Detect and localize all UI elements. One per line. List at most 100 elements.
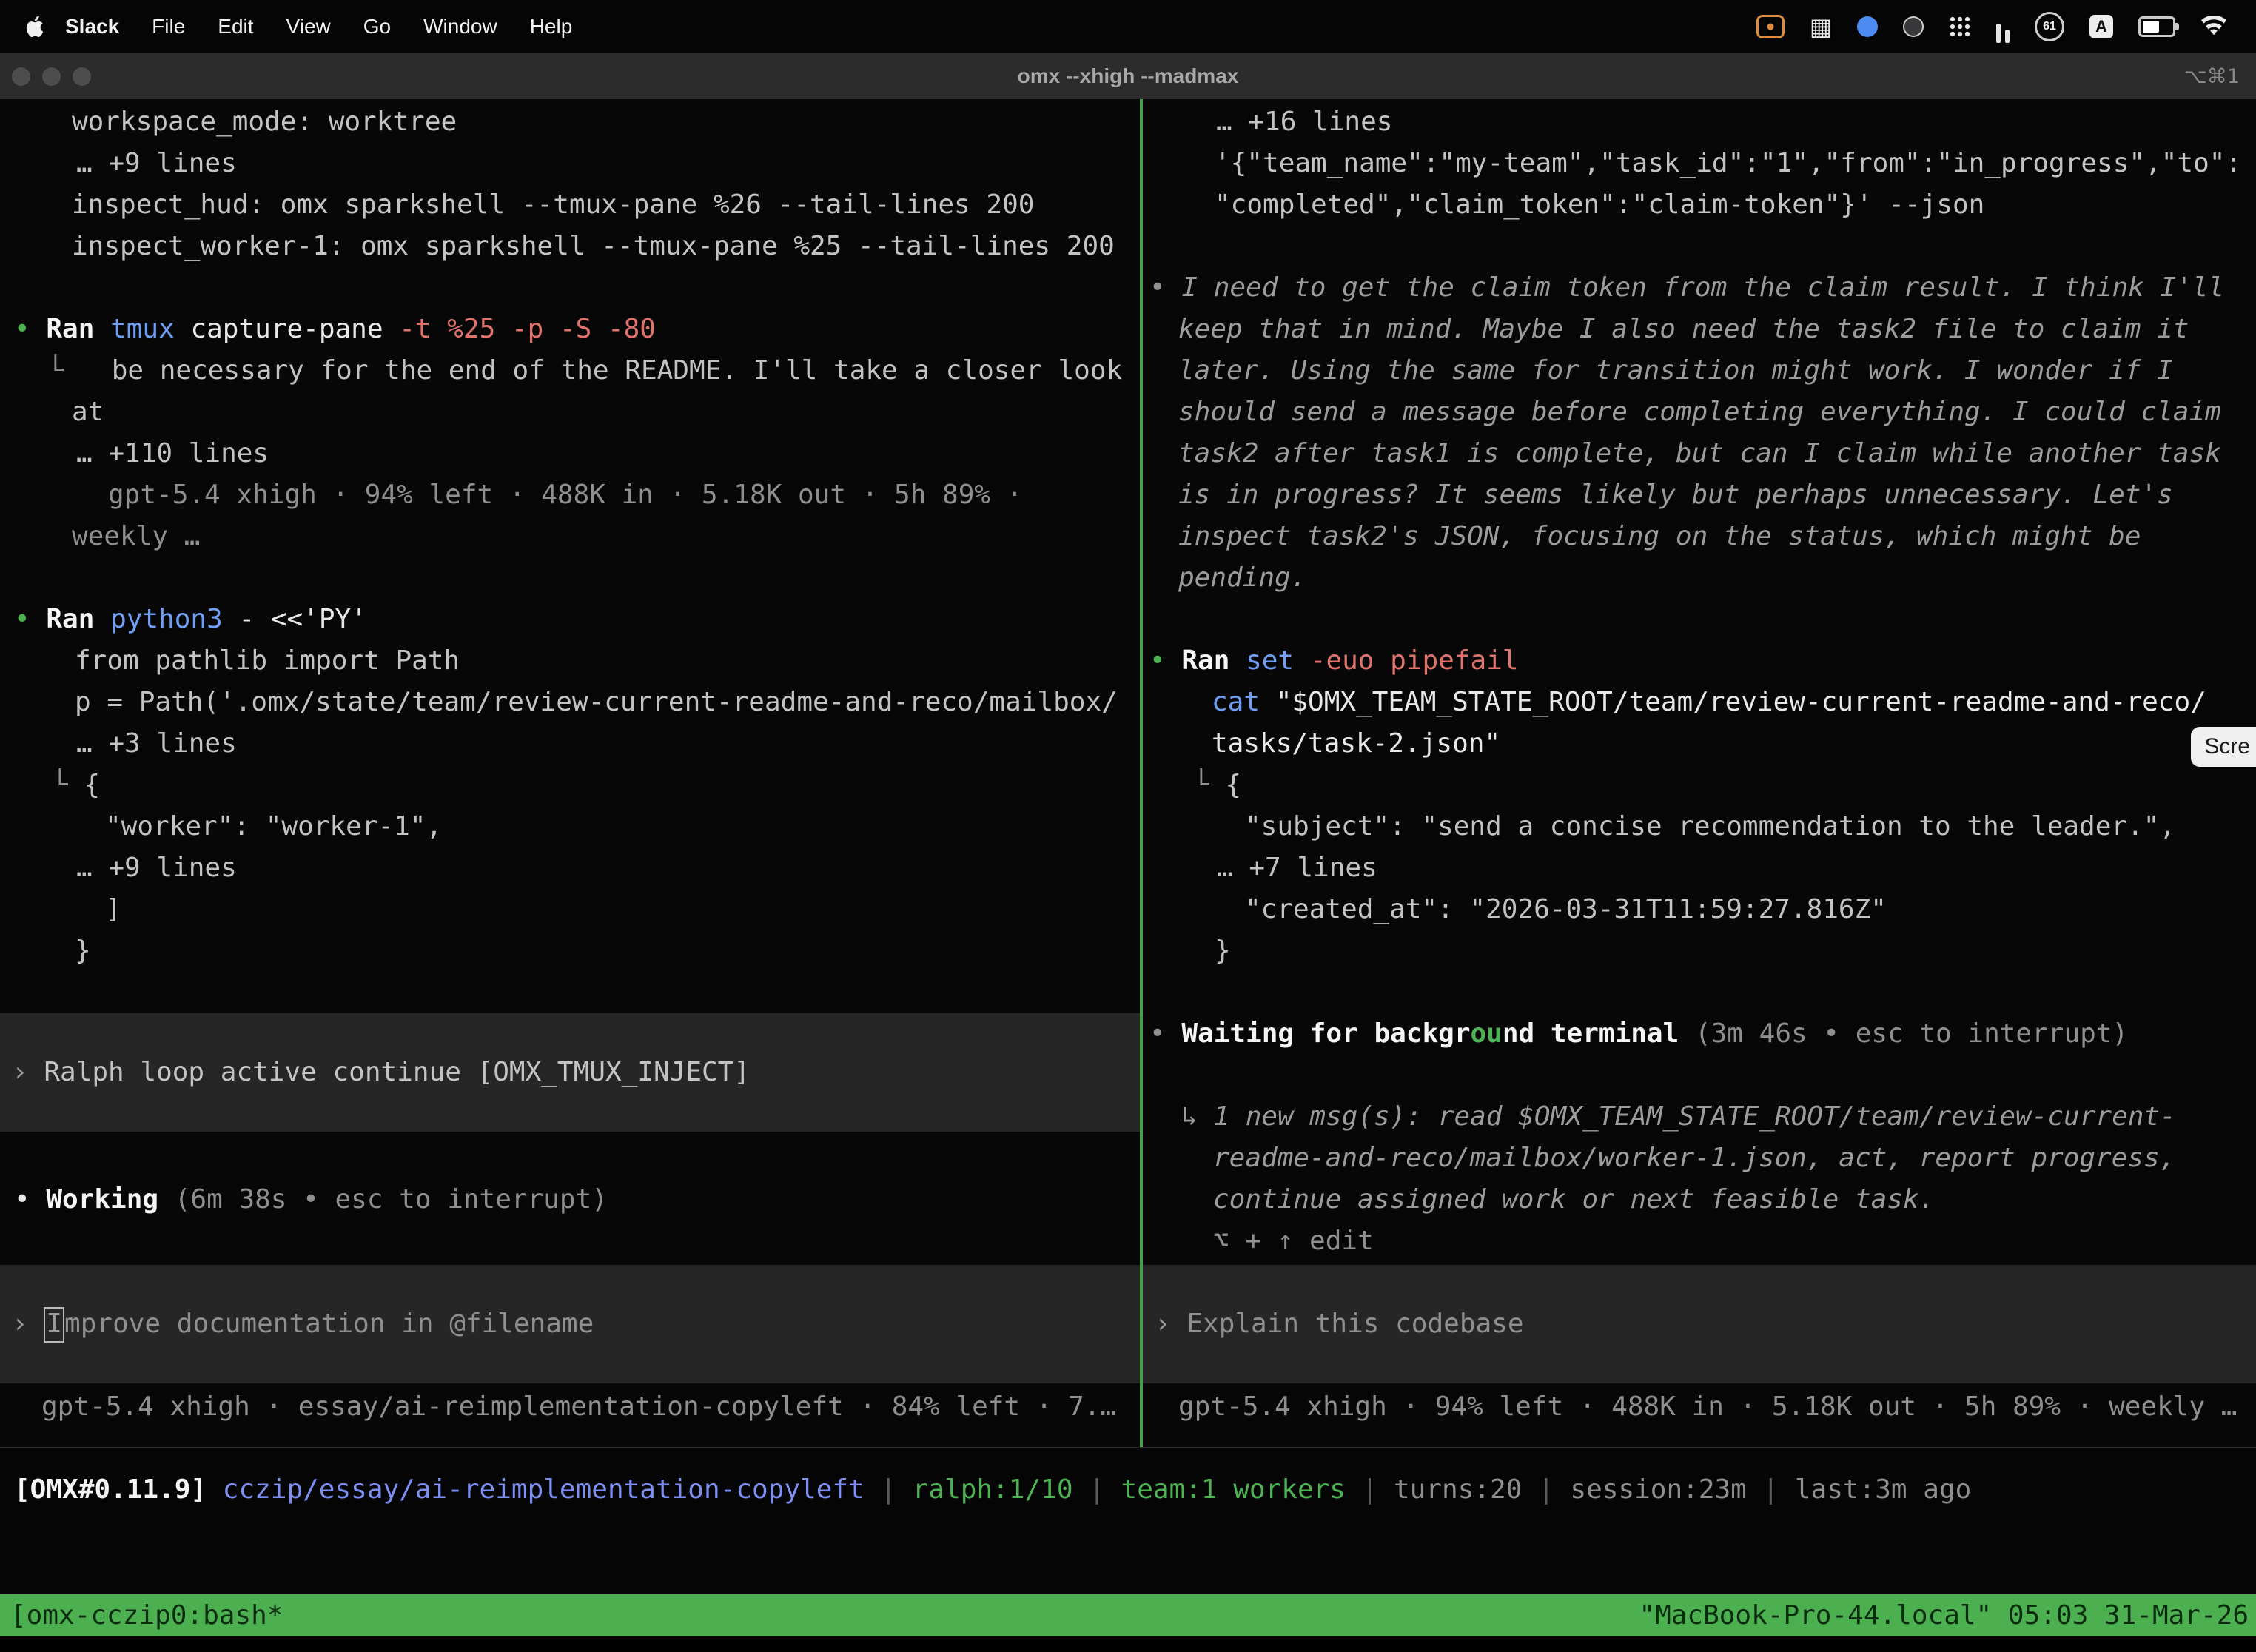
window-title-bar: omx --xhigh --madmax ⌥⌘1	[0, 53, 2256, 100]
screen-share-button[interactable]: Scre	[2191, 727, 2256, 767]
prompt-input[interactable]: › Explain this codebase	[1143, 1265, 2256, 1383]
terminal: workspace_mode: worktree… +9 linesinspec…	[0, 99, 2256, 1447]
queued-prompt[interactable]: › Ralph loop active continue [OMX_TMUX_I…	[0, 1013, 1140, 1132]
text-segment: Ralph loop active continue [OMX_TMUX_INJ…	[44, 1057, 750, 1087]
apple-menu-icon[interactable]	[25, 16, 44, 38]
menu-bar: SlackFileEditViewGoWindowHelp ▦ 61 A	[0, 0, 2256, 53]
prompt-input: › Explain this codebase	[1143, 1303, 1524, 1345]
menu-go[interactable]: Go	[347, 15, 407, 38]
menu-items: SlackFileEditViewGoWindowHelp	[49, 15, 588, 38]
battery-percent-ring-icon[interactable]: 61	[2035, 12, 2064, 41]
text-segment: gpt-5.4 xhigh · 94% left · 488K in · 5.1…	[1178, 1391, 2237, 1422]
text-segment: task2 after task1 is complete, but can I…	[1178, 438, 2221, 469]
omx-session-status: [OMX#0.11.9] cczip/essay/ai-reimplementa…	[0, 1469, 2256, 1511]
text-segment: }	[75, 936, 91, 966]
terminal-line: • Ran set -euo pipefail	[1143, 640, 2256, 682]
omx-status-line: [OMX#0.11.9] cczip/essay/ai-reimplementa…	[0, 1469, 2256, 1511]
dark-app-icon[interactable]	[1903, 16, 1924, 37]
status-line: gpt-5.4 xhigh · 94% left · 488K in · 5.1…	[1143, 1386, 2256, 1428]
text-segment: session:23m	[1570, 1474, 1746, 1505]
blue-app-icon[interactable]	[1857, 16, 1878, 37]
text-segment: is in progress? It seems likely but perh…	[1178, 480, 2173, 510]
terminal-line: cat "$OMX_TEAM_STATE_ROOT/team/review-cu…	[1143, 682, 2256, 723]
text-segment: … +16 lines	[1216, 107, 1392, 137]
text-segment: … +7 lines	[1217, 853, 1377, 883]
tmux-session-label[interactable]: [omx-cczip0:bash*	[0, 1600, 283, 1631]
terminal-line: pending.	[1143, 557, 2256, 599]
text-segment: "created_at": "2026-03-31T11:59:27.816Z"	[1245, 894, 1887, 924]
text-segment: continue assigned work or next feasible …	[1213, 1184, 1935, 1215]
terminal-line: inspect_hud: omx sparkshell --tmux-pane …	[0, 184, 1140, 226]
text-segment: … +110 lines	[76, 438, 269, 469]
menu-help[interactable]: Help	[514, 15, 589, 38]
menu-file[interactable]: File	[135, 15, 201, 38]
text-segment: Ran	[1181, 645, 1246, 676]
terminal-line: readme-and-reco/mailbox/worker-1.json, a…	[1143, 1138, 2256, 1179]
text-segment: Ran	[46, 314, 110, 344]
terminal-line: … +9 lines	[0, 847, 1140, 889]
text-segment: |	[1073, 1474, 1121, 1505]
terminal-line: continue assigned work or next feasible …	[1143, 1179, 2256, 1220]
terminal-line: keep that in mind. Maybe I also need the…	[1143, 309, 2256, 350]
terminal-line	[0, 972, 1140, 1013]
terminal-line: ⌥ + ↑ edit	[1143, 1220, 2256, 1262]
terminal-line: └ {	[0, 765, 1140, 806]
text-segment: ou	[1471, 1018, 1503, 1049]
text-segment: ›	[12, 1057, 44, 1087]
left-pane[interactable]: workspace_mode: worktree… +9 linesinspec…	[0, 99, 1140, 1447]
terminal-line: task2 after task1 is complete, but can I…	[1143, 433, 2256, 474]
text-segment: mprove documentation in @filename	[64, 1309, 594, 1339]
terminal-line	[1143, 599, 2256, 640]
prompt-input: › Improve documentation in @filename	[0, 1303, 594, 1345]
grid-icon[interactable]: ▦	[1810, 10, 1832, 43]
menu-view[interactable]: View	[270, 15, 347, 38]
text-segment: Waiting for backgr	[1181, 1018, 1470, 1049]
status-line: gpt-5.4 xhigh · essay/ai-reimplementatio…	[0, 1386, 1140, 1428]
tmux-status-bar: [omx-cczip0:bash* "MacBook-Pro-44.local"…	[0, 1594, 2256, 1636]
menu-slack[interactable]: Slack	[49, 15, 135, 38]
terminal-line: weekly …	[0, 516, 1140, 557]
text-segment: ⌥ + ↑ edit	[1213, 1226, 1374, 1256]
minimize-button[interactable]	[42, 67, 61, 86]
zoom-button[interactable]	[73, 67, 91, 86]
screen-recording-indicator-icon[interactable]	[1756, 15, 1785, 38]
text-segment: team:1 workers	[1121, 1474, 1346, 1505]
dots-grid-icon[interactable]	[1949, 16, 1971, 38]
waiting-indicator: • Waiting for background terminal (3m 46…	[1143, 1013, 2256, 1055]
terminal-line: "worker": "worker-1",	[0, 806, 1140, 847]
text-segment: inspect_hud: omx sparkshell --tmux-pane …	[72, 189, 1034, 220]
terminal-line	[1143, 226, 2256, 267]
text-segment: |	[865, 1474, 913, 1505]
menu-edit[interactable]: Edit	[201, 15, 269, 38]
text-segment: •	[14, 1184, 46, 1215]
terminal-line: at	[0, 392, 1140, 433]
prompt-input[interactable]: › Improve documentation in @filename	[0, 1265, 1140, 1383]
terminal-line: • Ran python3 - <<'PY'	[0, 599, 1140, 640]
text-segment: capture-pane	[190, 314, 399, 344]
terminal-line	[1143, 972, 2256, 1013]
text-segment: set	[1246, 645, 1310, 676]
right-pane[interactable]: … +16 lines'{"team_name":"my-team","task…	[1143, 99, 2256, 1447]
terminal-line	[1143, 1055, 2256, 1096]
battery-icon[interactable]	[2138, 16, 2175, 37]
text-segment: at	[72, 397, 104, 427]
terminal-line: gpt-5.4 xhigh · 94% left · 488K in · 5.1…	[0, 474, 1140, 516]
text-segment: [OMX#0.11.9]	[14, 1474, 223, 1505]
input-source-icon[interactable]: A	[2089, 15, 2113, 38]
terminal-line: is in progress? It seems likely but perh…	[1143, 474, 2256, 516]
close-button[interactable]	[12, 67, 30, 86]
text-segment: python3	[110, 604, 238, 634]
text-segment: tasks/task-2.json"	[1212, 728, 1500, 759]
stats-icon[interactable]	[1996, 10, 2010, 43]
battery-percent-ring-label: 61	[2043, 20, 2056, 33]
text-segment: └	[1193, 770, 1225, 800]
text-segment: gpt-5.4 xhigh · 94% left · 488K in · 5.1…	[108, 480, 1022, 510]
terminal-line: … +3 lines	[0, 723, 1140, 765]
terminal-line: p = Path('.omx/state/team/review-current…	[0, 682, 1140, 723]
terminal-line: }	[1143, 930, 2256, 972]
text-segment: keep that in mind. Maybe I also need the…	[1178, 314, 2189, 344]
menu-window[interactable]: Window	[407, 15, 514, 38]
text-segment: }	[1215, 936, 1231, 966]
window-title: omx --xhigh --madmax	[1018, 64, 1239, 88]
wifi-icon[interactable]	[2200, 10, 2227, 43]
